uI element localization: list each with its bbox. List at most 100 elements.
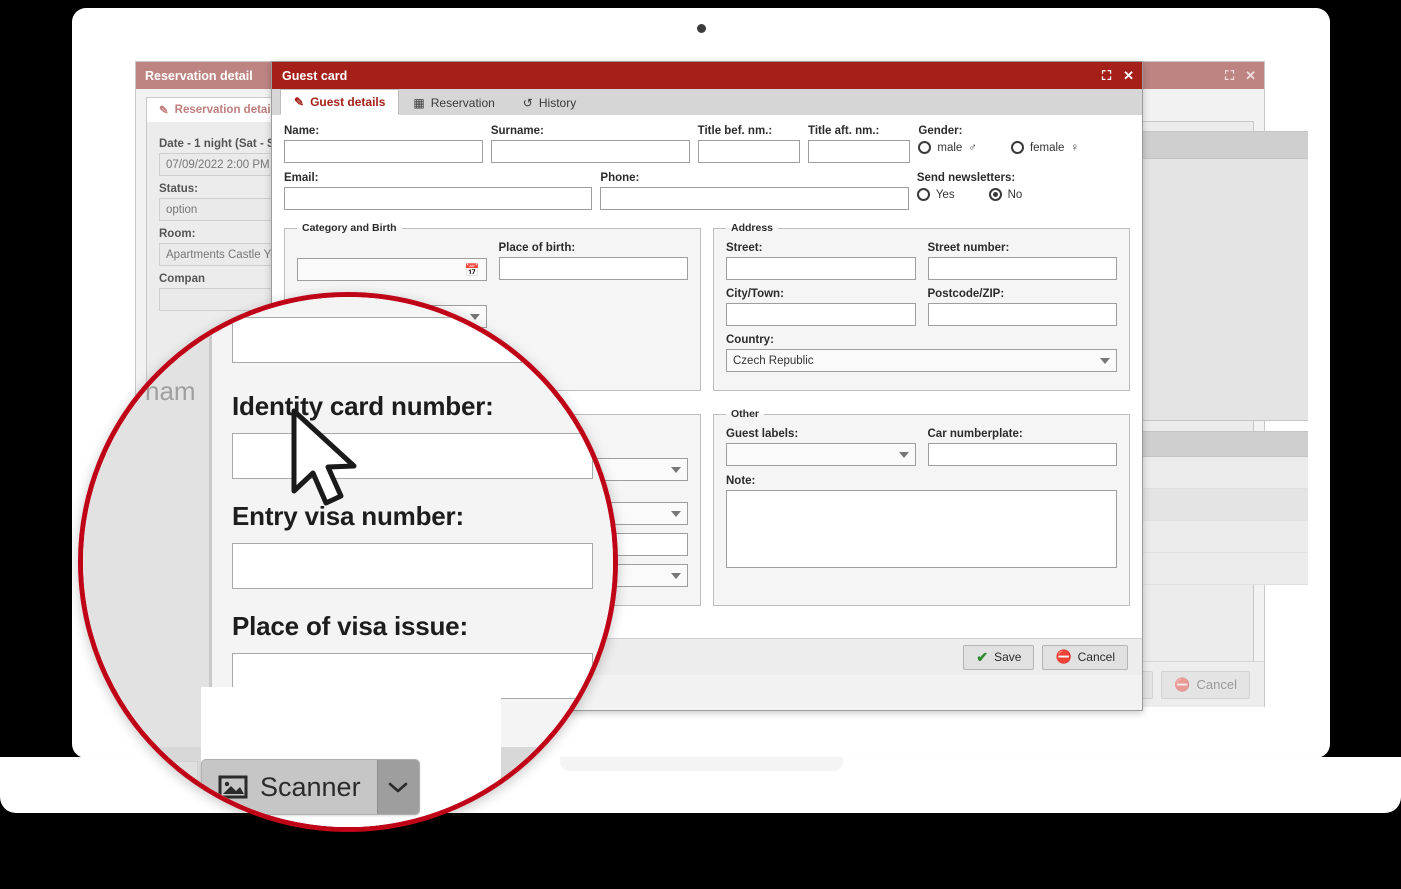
male-symbol-icon: ♂ — [968, 141, 977, 154]
country-select[interactable]: Czech Republic — [726, 349, 1117, 372]
close-icon[interactable]: ✕ — [1245, 68, 1256, 84]
street-input[interactable] — [726, 257, 916, 280]
identity-card-number-label: Identity card number: — [232, 391, 494, 421]
radio-icon — [1010, 141, 1024, 154]
title-after-input[interactable] — [808, 140, 911, 163]
reservation-right-row — [1126, 553, 1308, 585]
guest-card-cancel-label: Cancel — [1077, 650, 1115, 664]
gender-female-option[interactable]: female ♀ — [1010, 141, 1080, 154]
guest-labels-select[interactable] — [726, 443, 916, 466]
reservation-right-row — [1126, 521, 1308, 553]
chevron-down-icon — [671, 572, 681, 579]
gender-male-label: male — [937, 141, 963, 154]
phone-label: Phone: — [600, 172, 640, 184]
tab-guest-details[interactable]: ✎ Guest details — [280, 89, 400, 115]
scanner-dropdown-toggle[interactable] — [376, 760, 419, 814]
magnified-input-top[interactable] — [232, 317, 593, 363]
tab-history[interactable]: ↺ History — [508, 91, 591, 115]
reservation-collapse-header[interactable]: ^ — [1126, 431, 1308, 457]
phone-input[interactable] — [600, 187, 909, 210]
tab-reservation[interactable]: ▦ Reservation — [399, 91, 509, 115]
surname-input[interactable] — [490, 140, 690, 163]
name-label: Name: — [284, 125, 320, 137]
guest-labels-label: Guest labels: — [726, 428, 799, 440]
pencil-icon: ✎ — [294, 95, 305, 109]
country-select-value: Czech Republic — [733, 354, 814, 367]
magnifier-content: st nam Identity card number: Entry visa … — [83, 297, 613, 827]
magnified-fast-checkin-label: Fast check-in — [83, 772, 220, 798]
reservation-cancel-button[interactable]: ⛔ Cancel — [1161, 670, 1250, 699]
pencil-icon: ✎ — [159, 105, 169, 117]
chevron-down-icon — [1100, 357, 1110, 364]
street-number-input[interactable] — [927, 257, 1117, 280]
email-input[interactable] — [284, 187, 593, 210]
entry-visa-number-label: Entry visa number: — [232, 501, 464, 531]
guest-card-title: Guest card — [282, 68, 348, 83]
reservation-cancel-label: Cancel — [1196, 677, 1237, 692]
guest-card-cancel-button[interactable]: ⛔ Cancel — [1042, 644, 1128, 670]
laptop-camera-icon — [697, 24, 706, 33]
restore-icon[interactable]: ⛶ — [1225, 68, 1234, 84]
country-label: Country: — [726, 334, 774, 346]
chevron-down-icon — [671, 466, 681, 473]
guest-card-tabbar: ✎ Guest details ▦ Reservation ↺ History — [272, 89, 1142, 115]
close-icon[interactable]: ✕ — [1123, 68, 1134, 84]
tab-reservation-detail[interactable]: ✎ Reservation detail — [146, 97, 287, 122]
calendar-icon[interactable]: 📅 — [465, 263, 480, 277]
name-input[interactable] — [284, 140, 483, 163]
magnifier-lens: st nam Identity card number: Entry visa … — [78, 292, 618, 832]
address-group: Address Street: City/Town: Street number… — [713, 222, 1130, 391]
tab-history-label: History — [538, 96, 577, 110]
other-legend: Other — [731, 408, 760, 420]
newsletters-label: Send newsletters: — [916, 172, 1016, 184]
reservation-right-column: ^ — [1126, 131, 1308, 585]
newsletters-no-option[interactable]: No — [988, 188, 1023, 201]
birth-date-input[interactable]: 📅 — [297, 258, 487, 281]
ban-icon: ⛔ — [1174, 676, 1191, 692]
city-label: City/Town: — [726, 288, 784, 300]
newsletters-yes-option[interactable]: Yes — [916, 188, 955, 201]
scanner-button-main[interactable]: Scanner — [202, 760, 377, 814]
radio-icon — [916, 188, 930, 201]
newsletters-no-label: No — [1007, 188, 1023, 201]
list-icon: ▦ — [413, 96, 425, 110]
gender-male-option[interactable]: male ♂ — [918, 141, 977, 154]
note-label: Note: — [726, 475, 756, 487]
contact-row: Email: Phone: Send newsletters: Yes No — [284, 172, 1130, 210]
city-input[interactable] — [726, 303, 916, 326]
gender-female-label: female — [1029, 141, 1065, 154]
guest-card-save-label: Save — [994, 650, 1022, 664]
check-icon: ✔ — [976, 648, 989, 665]
title-before-input[interactable] — [697, 140, 801, 163]
reservation-right-row — [1126, 489, 1308, 521]
history-icon: ↺ — [522, 96, 533, 110]
guest-card-window-controls: ⛶ ✕ — [1102, 62, 1134, 89]
magnified-footer: Fast check-in Scanner — [83, 687, 613, 827]
magnified-last-name-label: st nam — [145, 345, 196, 406]
reservation-right-header — [1126, 131, 1308, 159]
note-textarea[interactable] — [726, 490, 1117, 568]
category-and-birth-legend: Category and Birth — [302, 222, 397, 234]
female-symbol-icon: ♀ — [1070, 141, 1080, 154]
postcode-label: Postcode/ZIP: — [927, 288, 1005, 300]
guest-card-save-button[interactable]: ✔ Save — [963, 644, 1035, 670]
street-label: Street: — [726, 242, 763, 254]
reservation-right-block — [1126, 159, 1308, 421]
chevron-down-icon — [671, 510, 681, 517]
reservation-right-row — [1126, 457, 1308, 489]
place-of-visa-issue-label: Place of visa issue: — [232, 611, 468, 641]
scanner-button[interactable]: Scanner — [201, 759, 420, 815]
mouse-cursor — [291, 408, 357, 506]
gender-label: Gender: — [918, 125, 963, 137]
place-of-birth-input[interactable] — [498, 257, 688, 280]
entry-visa-number-input[interactable] — [232, 543, 593, 589]
newsletters-yes-label: Yes — [935, 188, 955, 201]
radio-icon — [918, 141, 932, 154]
restore-icon[interactable]: ⛶ — [1102, 68, 1111, 84]
postcode-input[interactable] — [927, 303, 1117, 326]
car-numberplate-input[interactable] — [927, 443, 1117, 466]
identity-card-number-input[interactable] — [232, 433, 593, 479]
screenshot-root: Reservation detail ⛶ ✕ ✎ Reservation det… — [0, 0, 1401, 889]
street-number-label: Street number: — [927, 242, 1010, 254]
ban-icon: ⛔ — [1055, 649, 1072, 664]
